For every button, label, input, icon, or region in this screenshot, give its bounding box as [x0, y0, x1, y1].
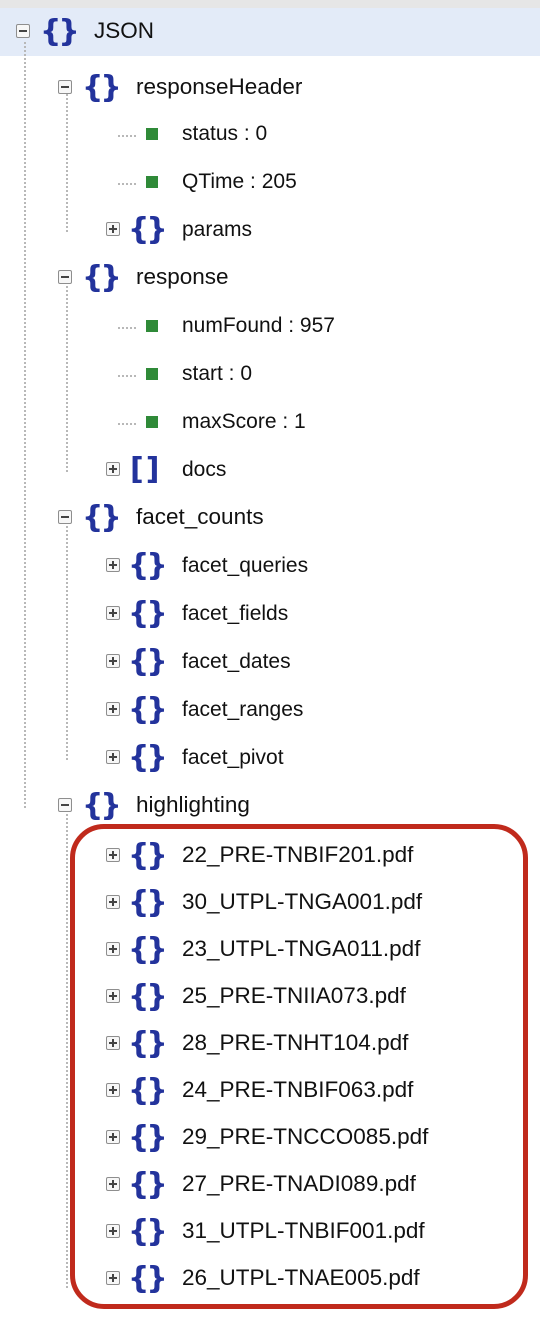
tree-node-response[interactable]: {} response: [0, 254, 540, 302]
top-border: [0, 0, 540, 8]
node-label: facet_queries: [182, 554, 309, 577]
curly-braces-icon: {}: [40, 14, 80, 49]
leaf-label: QTime : 205: [182, 170, 297, 193]
tree-node-facet-queries[interactable]: {} facet_queries: [0, 542, 540, 590]
expand-toggle-icon[interactable]: [106, 462, 120, 476]
curly-braces-icon: {}: [82, 260, 122, 295]
collapse-toggle-icon[interactable]: [58, 510, 72, 524]
leaf-label: start : 0: [182, 362, 253, 385]
node-label: highlighting: [136, 792, 250, 817]
expand-toggle-icon[interactable]: [106, 558, 120, 572]
node-label: docs: [182, 458, 227, 481]
leaf-square-icon: [146, 416, 158, 428]
leaf-label: numFound : 957: [182, 314, 335, 337]
tree-node-responseheader[interactable]: {} responseHeader: [0, 64, 540, 112]
leaf-square-icon: [146, 320, 158, 332]
tree-node-json[interactable]: {} JSON: [0, 8, 540, 56]
collapse-toggle-icon[interactable]: [16, 24, 30, 38]
curly-braces-icon: {}: [82, 500, 122, 535]
collapse-toggle-icon[interactable]: [58, 798, 72, 812]
tree-node-facet-dates[interactable]: {} facet_dates: [0, 638, 540, 686]
node-label: facet_pivot: [182, 746, 284, 769]
curly-braces-icon: {}: [82, 70, 122, 105]
curly-braces-icon: {}: [128, 740, 168, 775]
json-tree: {} JSON {} responseHeader status : 0 QTi…: [0, 0, 540, 1320]
node-label: facet_dates: [182, 650, 291, 673]
tree-node-facet-fields[interactable]: {} facet_fields: [0, 590, 540, 638]
tree-node-params[interactable]: {} params: [0, 206, 540, 254]
node-label: params: [182, 218, 253, 241]
expand-toggle-icon[interactable]: [106, 750, 120, 764]
curly-braces-icon: {}: [128, 692, 168, 727]
collapse-toggle-icon[interactable]: [58, 80, 72, 94]
square-brackets-icon: []: [130, 452, 162, 487]
leaf-square-icon: [146, 176, 158, 188]
expand-toggle-icon[interactable]: [106, 222, 120, 236]
tree-node-docs[interactable]: [] docs: [0, 446, 540, 494]
tree-leaf-numfound[interactable]: numFound : 957: [0, 302, 540, 350]
tree-leaf-qtime[interactable]: QTime : 205: [0, 158, 540, 206]
node-label: facet_ranges: [182, 698, 304, 721]
tree-leaf-start[interactable]: start : 0: [0, 350, 540, 398]
tree-node-highlighting[interactable]: {} highlighting: [0, 782, 540, 830]
leaf-label: maxScore : 1: [182, 410, 306, 433]
curly-braces-icon: {}: [128, 596, 168, 631]
expand-toggle-icon[interactable]: [106, 702, 120, 716]
expand-toggle-icon[interactable]: [106, 654, 120, 668]
expand-toggle-icon[interactable]: [106, 606, 120, 620]
node-label: facet_fields: [182, 602, 289, 625]
collapse-toggle-icon[interactable]: [58, 270, 72, 284]
curly-braces-icon: {}: [128, 548, 168, 583]
tree-node-facet-pivot[interactable]: {} facet_pivot: [0, 734, 540, 782]
curly-braces-icon: {}: [128, 212, 168, 247]
node-label: facet_counts: [136, 504, 264, 529]
node-label: responseHeader: [136, 74, 303, 99]
tree-node-facet-ranges[interactable]: {} facet_ranges: [0, 686, 540, 734]
leaf-square-icon: [146, 128, 158, 140]
curly-braces-icon: {}: [82, 788, 122, 823]
tree-leaf-status[interactable]: status : 0: [0, 110, 540, 158]
curly-braces-icon: {}: [128, 644, 168, 679]
tree-leaf-maxscore[interactable]: maxScore : 1: [0, 398, 540, 446]
tree-node-facet-counts[interactable]: {} facet_counts: [0, 494, 540, 542]
node-label: response: [136, 264, 229, 289]
highlight-callout-box: [70, 824, 528, 1309]
leaf-square-icon: [146, 368, 158, 380]
node-label: JSON: [94, 18, 155, 43]
leaf-label: status : 0: [182, 122, 268, 145]
